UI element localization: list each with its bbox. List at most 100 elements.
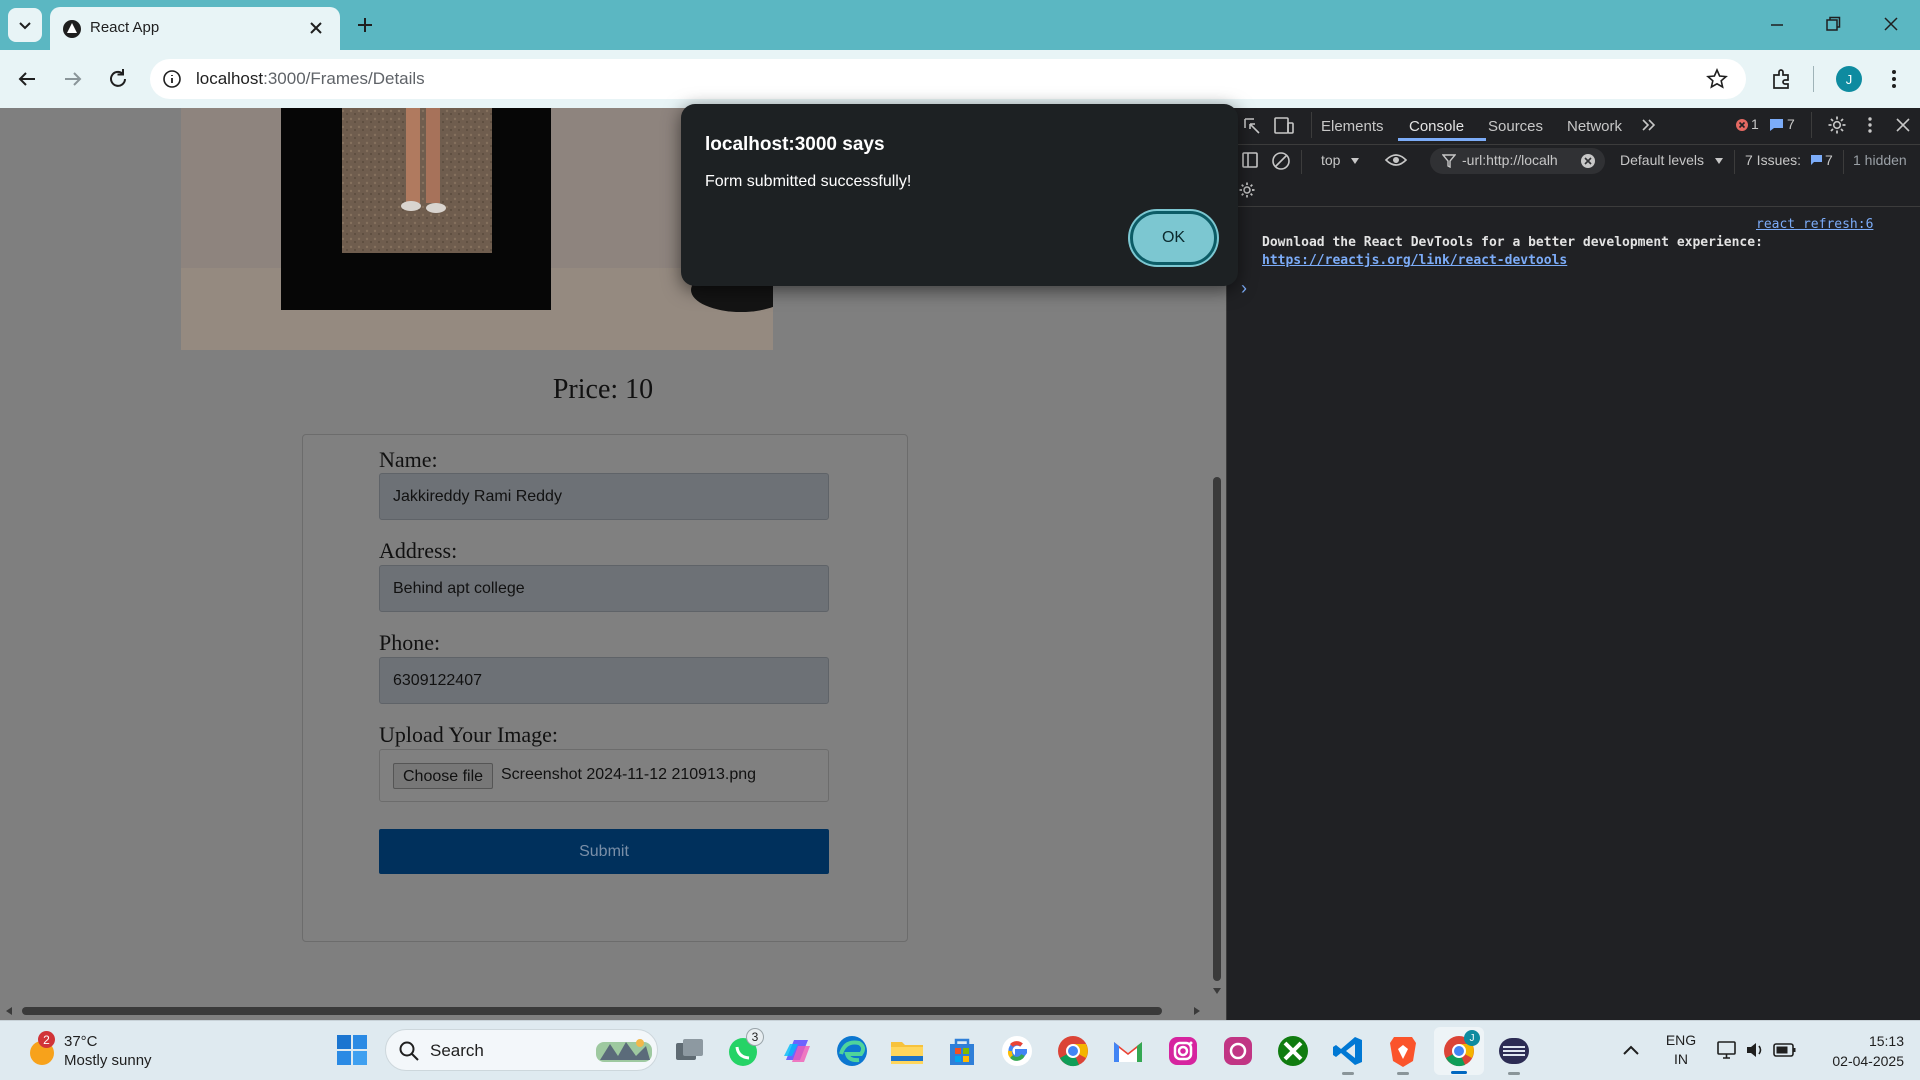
issues-count[interactable]: 7 — [1825, 152, 1833, 168]
address-label: Address: — [379, 538, 458, 563]
console-settings-gear-icon[interactable] — [1238, 181, 1256, 199]
tab-sources[interactable]: Sources — [1488, 118, 1543, 135]
search-highlight-illustration-icon — [596, 1039, 652, 1062]
close-window-icon[interactable] — [1882, 15, 1900, 33]
levels-dropdown-icon[interactable] — [1714, 157, 1724, 165]
horizontal-scrollbar-thumb[interactable] — [22, 1007, 1162, 1015]
gmail-icon[interactable] — [1111, 1034, 1145, 1068]
horizontal-scrollbar[interactable] — [0, 1002, 1208, 1020]
vscode-icon[interactable] — [1331, 1034, 1365, 1068]
address-input[interactable]: Behind apt college — [379, 565, 829, 612]
scroll-left-arrow-icon[interactable] — [4, 1006, 14, 1016]
file-input[interactable]: Choose file Screenshot 2024-11-12 210913… — [379, 749, 829, 802]
windows-start-icon[interactable] — [336, 1034, 368, 1066]
log-source-link[interactable]: react refresh:6 — [1756, 217, 1873, 232]
volume-icon[interactable] — [1745, 1040, 1765, 1060]
tab-console[interactable]: Console — [1409, 118, 1464, 135]
threads-icon[interactable] — [1221, 1034, 1255, 1068]
message-count[interactable]: 7 — [1787, 116, 1795, 132]
filter-funnel-icon — [1442, 154, 1456, 168]
context-selector[interactable]: top — [1321, 152, 1340, 168]
google-icon[interactable] — [1000, 1034, 1034, 1068]
terminal-app-icon[interactable] — [1497, 1034, 1531, 1068]
taskbar-search-box[interactable]: Search — [385, 1029, 658, 1071]
error-count[interactable]: 1 — [1751, 116, 1759, 132]
clear-filter-icon[interactable] — [1580, 153, 1596, 169]
bookmark-star-icon[interactable] — [1706, 68, 1728, 90]
choose-file-button[interactable]: Choose file — [393, 763, 494, 789]
submit-button[interactable]: Submit — [379, 829, 829, 874]
network-icon[interactable] — [1716, 1040, 1738, 1060]
dialog-ok-button[interactable]: OK — [1130, 211, 1217, 265]
browser-tab[interactable]: React App — [50, 7, 340, 50]
task-view-icon[interactable] — [673, 1034, 707, 1068]
brave-running-indicator — [1397, 1072, 1409, 1075]
restore-icon[interactable] — [1824, 15, 1842, 33]
issues-label[interactable]: 7 Issues: — [1745, 152, 1801, 168]
live-expression-eye-icon[interactable] — [1384, 152, 1408, 168]
chevron-down-icon — [19, 22, 31, 30]
profile-avatar[interactable]: J — [1836, 66, 1862, 92]
copilot-icon[interactable] — [780, 1034, 814, 1068]
new-tab-icon[interactable] — [356, 16, 374, 34]
clear-console-icon[interactable] — [1271, 151, 1291, 171]
microsoft-store-icon[interactable] — [945, 1034, 979, 1068]
battery-icon[interactable] — [1773, 1042, 1797, 1058]
log-message: Download the React DevTools for a better… — [1262, 235, 1763, 250]
show-hidden-icons-chevron-icon[interactable] — [1622, 1043, 1640, 1057]
inspect-element-icon[interactable] — [1242, 116, 1262, 136]
settings-gear-icon[interactable] — [1827, 115, 1847, 135]
name-input[interactable]: Jakkireddy Rami Reddy — [379, 473, 829, 520]
weather-widget[interactable]: 2 37°C Mostly sunny — [24, 1029, 174, 1075]
devtools-menu-icon[interactable] — [1865, 115, 1875, 135]
log-link[interactable]: https://reactjs.org/link/react-devtools — [1262, 253, 1567, 268]
devtools-divider — [1734, 150, 1735, 174]
close-tab-icon[interactable] — [308, 20, 324, 36]
tab-elements[interactable]: Elements — [1321, 118, 1384, 135]
message-icon — [1770, 119, 1783, 131]
more-tabs-icon[interactable] — [1641, 118, 1657, 132]
reload-icon[interactable] — [107, 68, 129, 90]
name-label: Name: — [379, 447, 438, 472]
url-text: localhost:3000/Frames/Details — [196, 69, 425, 88]
address-bar[interactable]: localhost:3000/Frames/Details — [150, 59, 1746, 99]
chrome-icon[interactable] — [1056, 1034, 1090, 1068]
react-app-favicon — [63, 20, 81, 38]
back-arrow-icon[interactable] — [16, 68, 38, 90]
devtools-divider — [1811, 112, 1812, 138]
clock-time: 15:13 — [1868, 1033, 1904, 1049]
console-filter-input[interactable]: -url:http://localh — [1430, 148, 1605, 174]
minimize-icon[interactable] — [1768, 16, 1786, 34]
log-levels-dropdown[interactable]: Default levels — [1620, 152, 1704, 168]
windows-taskbar: 2 37°C Mostly sunny Search 3 J ENG IN 15… — [0, 1020, 1920, 1080]
weather-alert-badge: 2 — [38, 1031, 55, 1048]
brave-browser-icon[interactable] — [1386, 1033, 1420, 1069]
device-toolbar-icon[interactable] — [1273, 116, 1295, 136]
language-indicator[interactable]: ENG IN — [1660, 1031, 1702, 1071]
filter-value: -url:http://localh — [1462, 152, 1558, 168]
weather-description: Mostly sunny — [64, 1052, 152, 1069]
upload-label: Upload Your Image: — [379, 722, 559, 747]
file-explorer-icon[interactable] — [889, 1034, 925, 1068]
browser-menu-icon[interactable] — [1884, 67, 1904, 91]
close-devtools-icon[interactable] — [1895, 117, 1911, 133]
chrome-active-task[interactable]: J — [1434, 1027, 1484, 1075]
vertical-scrollbar-thumb[interactable] — [1213, 477, 1221, 981]
console-prompt[interactable]: › — [1241, 278, 1247, 299]
context-dropdown-icon[interactable] — [1350, 157, 1360, 165]
sidebar-toggle-icon[interactable] — [1241, 151, 1259, 169]
scroll-down-arrow-icon[interactable] — [1212, 986, 1222, 996]
clock[interactable]: 15:13 02-04-2025 — [1808, 1031, 1904, 1073]
site-info-icon[interactable] — [162, 69, 182, 89]
search-icon — [399, 1041, 419, 1061]
forward-arrow-icon[interactable] — [62, 68, 84, 90]
scroll-right-arrow-icon[interactable] — [1192, 1006, 1202, 1016]
xbox-icon[interactable] — [1276, 1034, 1310, 1068]
tab-network[interactable]: Network — [1567, 118, 1622, 135]
edge-browser-icon[interactable] — [835, 1034, 869, 1068]
phone-input[interactable]: 6309122407 — [379, 657, 829, 704]
devtools-divider — [1843, 150, 1844, 174]
instagram-icon[interactable] — [1166, 1034, 1200, 1068]
tab-search-button[interactable] — [8, 8, 42, 42]
extensions-icon[interactable] — [1770, 67, 1794, 91]
